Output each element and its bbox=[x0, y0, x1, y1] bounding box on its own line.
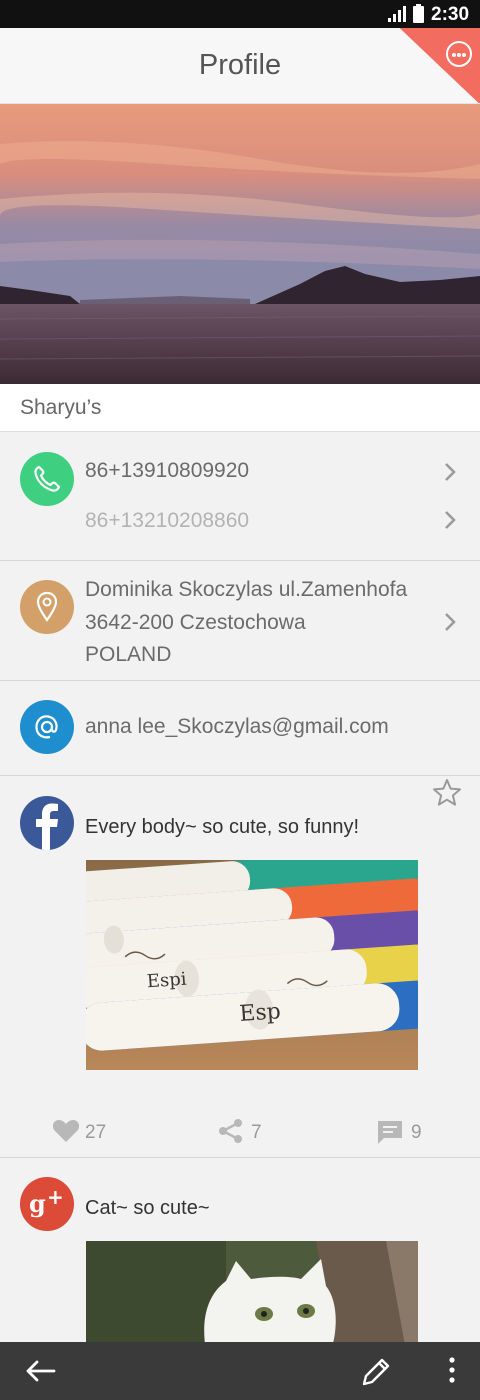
post-google-plus: g + Cat~ so cute~ bbox=[0, 1158, 480, 1358]
at-sign-icon bbox=[20, 700, 74, 754]
cover-photo bbox=[0, 104, 480, 384]
profile-name: Sharyu’s bbox=[20, 396, 102, 419]
phone-section: 86+13910809920 86+13210208860 bbox=[0, 433, 480, 561]
svg-text:Espi: Espi bbox=[146, 969, 187, 993]
post-image[interactable] bbox=[86, 1241, 418, 1351]
google-plus-icon: g + bbox=[20, 1177, 74, 1231]
chevron-right-icon[interactable] bbox=[443, 509, 457, 531]
phone-icon bbox=[20, 452, 74, 506]
more-options-corner[interactable] bbox=[400, 28, 480, 103]
location-pin-icon bbox=[20, 580, 74, 634]
signal-icon bbox=[388, 6, 406, 22]
email-section: anna lee_Skoczylas@gmail.com bbox=[0, 681, 480, 776]
facebook-icon bbox=[20, 796, 74, 850]
post-image[interactable]: Esp Espi bbox=[86, 860, 418, 1070]
heart-icon[interactable] bbox=[52, 1119, 80, 1143]
email-address[interactable]: anna lee_Skoczylas@gmail.com bbox=[85, 715, 389, 739]
svg-text:+: + bbox=[47, 1185, 64, 1209]
back-arrow-icon[interactable] bbox=[0, 1342, 80, 1400]
battery-icon bbox=[413, 4, 424, 23]
profile-name-row: Sharyu’s bbox=[0, 384, 480, 806]
address-line-2: 3642-200 Czestochowa bbox=[85, 611, 306, 634]
more-options-icon[interactable] bbox=[446, 41, 472, 67]
status-bar: 2:30 bbox=[0, 0, 480, 28]
phone-secondary[interactable]: 86+13210208860 bbox=[85, 509, 249, 533]
app-header: Profile bbox=[0, 28, 480, 104]
chevron-right-icon[interactable] bbox=[443, 461, 457, 483]
post-text: Every body~ so cute, so funny! bbox=[85, 816, 360, 838]
bottom-action-bar bbox=[0, 1342, 480, 1400]
status-time: 2:30 bbox=[431, 4, 470, 25]
likes-count: 27 bbox=[85, 1122, 107, 1143]
overflow-menu-icon[interactable] bbox=[437, 1342, 467, 1400]
post-text: Cat~ so cute~ bbox=[85, 1197, 210, 1219]
shares-count: 7 bbox=[251, 1122, 262, 1143]
svg-text:g: g bbox=[29, 1189, 46, 1218]
post-facebook: Every body~ so cute, so funny! Esp Espi … bbox=[0, 776, 480, 1158]
comments-count: 9 bbox=[411, 1122, 422, 1143]
share-icon[interactable] bbox=[218, 1118, 244, 1144]
svg-text:Esp: Esp bbox=[239, 999, 282, 1027]
pencil-icon[interactable] bbox=[350, 1342, 400, 1400]
address-line-3: POLAND bbox=[85, 643, 172, 666]
address-line-1: Dominika Skoczylas ul.Zamenhofa bbox=[85, 578, 408, 601]
address-section: Dominika Skoczylas ul.Zamenhofa 3642-200… bbox=[0, 561, 480, 681]
chevron-right-icon[interactable] bbox=[443, 611, 457, 633]
phone-primary[interactable]: 86+13910809920 bbox=[85, 459, 249, 483]
comment-icon[interactable] bbox=[376, 1119, 404, 1145]
